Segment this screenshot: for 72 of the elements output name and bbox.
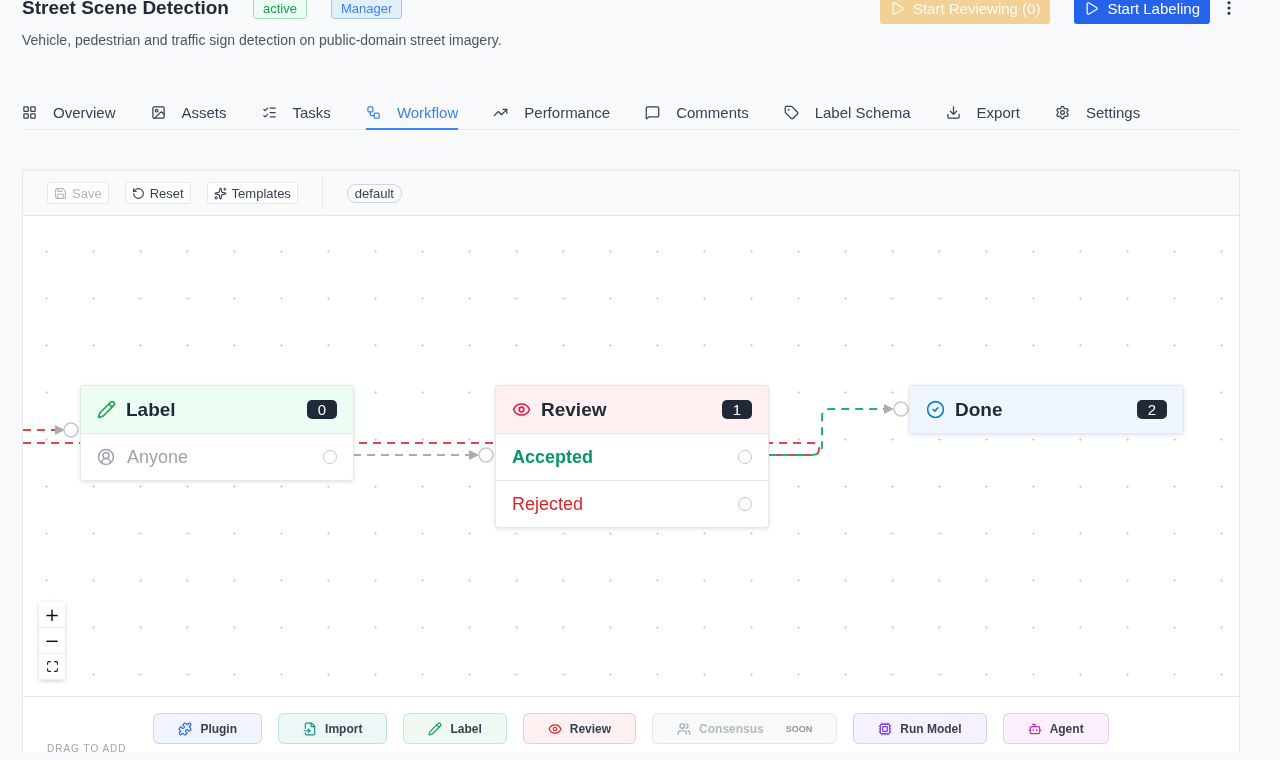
zoom-out-button[interactable]: − [39,628,65,654]
drag-hint: DRAG TO ADD [47,743,127,752]
node-title: Label [126,398,177,421]
palette-item[interactable]: Label [403,713,507,744]
node-row-label: Anyone [127,446,190,468]
tab[interactable]: Tasks [261,98,331,130]
review-node[interactable]: Review 1 Accepted Rejected [495,385,769,528]
node-count: 0 [306,400,337,419]
puzzle-icon [178,721,193,736]
input-handle[interactable] [63,422,79,438]
tag-icon [783,105,799,120]
node-row-label: Accepted [512,446,595,468]
save-icon [54,186,67,200]
project-description: Vehicle, pedestrian and traffic sign detection on public-domain street imagery. [22,32,503,48]
tab[interactable]: Export [945,98,1020,130]
palette-item[interactable]: Import [278,713,388,744]
node-count: 2 [1136,400,1167,419]
palette-item[interactable]: Review [522,713,637,744]
fit-view-button[interactable] [39,654,65,680]
role-badge: Manager [330,0,403,19]
palette-item[interactable]: Plugin [153,713,263,744]
zoom-in-button[interactable]: + [39,602,65,628]
input-handle[interactable] [893,401,909,417]
start-labeling-button[interactable]: Start Labeling [1074,0,1210,24]
page-title: Street Scene Detection [22,0,229,19]
play-icon [889,0,905,16]
users-icon [677,721,692,736]
robot-icon [1027,721,1042,736]
status-badge: active [252,0,307,19]
input-handle[interactable] [478,447,494,463]
grid-icon [22,105,37,120]
settings-icon [1054,105,1070,120]
output-handle[interactable] [738,450,752,464]
tab[interactable]: Comments [645,98,749,130]
download-icon [945,105,961,120]
output-handle[interactable] [738,497,752,511]
image-icon [150,105,166,120]
palette-item[interactable]: Agent [1002,713,1109,744]
tab[interactable]: Settings [1054,98,1141,130]
tab[interactable]: Overview [22,98,116,130]
comment-icon [645,105,661,120]
user-icon [97,448,115,466]
tab[interactable]: Performance [493,98,611,130]
soon-label: SOON [785,723,813,734]
node-title: Review [541,398,608,421]
incoming-edge [22,425,65,435]
reset-button[interactable]: Reset [124,182,191,204]
node-count: 1 [721,400,752,419]
done-node[interactable]: Done 2 [909,385,1184,434]
eye-icon [547,721,562,736]
tab[interactable]: Workflow [365,98,459,130]
templates-button[interactable]: Templates [206,182,298,204]
check-circle-icon [926,400,945,419]
tab[interactable]: Assets [150,98,227,130]
workflow-name-chip: default [346,183,402,203]
import-icon [303,721,318,736]
pencil-icon [97,400,116,419]
checklist-icon [261,105,277,120]
node-row-label: Rejected [512,493,585,515]
fullscreen-icon [45,660,59,673]
eye-icon [512,400,531,419]
label-node[interactable]: Label 0 Anyone [80,385,354,481]
play-icon [1084,0,1100,16]
node-title: Done [955,398,1004,421]
reset-icon [131,186,145,200]
pencil-icon [428,721,443,736]
output-handle[interactable] [323,450,337,464]
workflow-icon [365,105,381,120]
sparkles-icon [213,186,227,200]
tab[interactable]: Label Schema [783,98,911,130]
palette-item[interactable]: Run Model [853,713,987,744]
chip-icon [878,721,893,736]
